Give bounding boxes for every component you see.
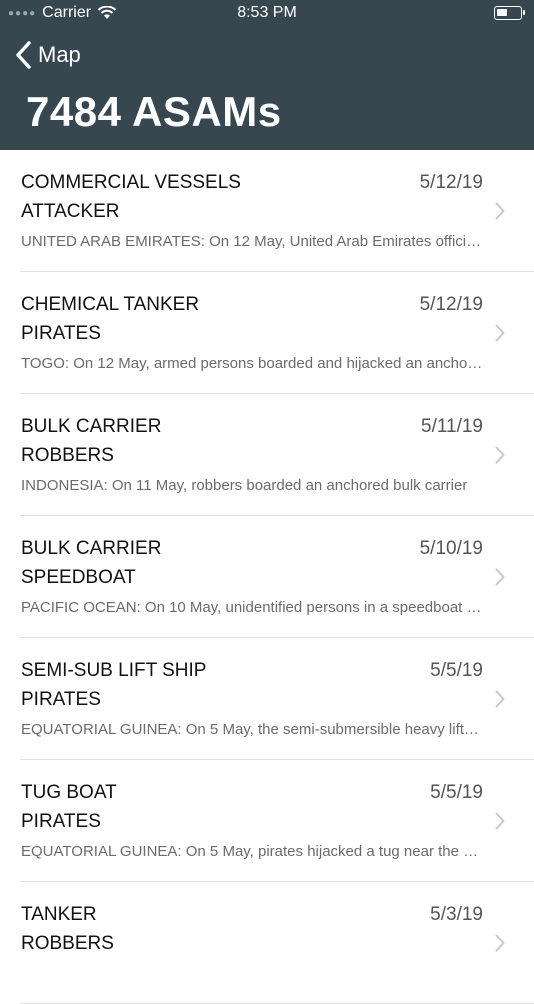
back-label: Map xyxy=(38,42,81,67)
list-item[interactable]: COMMERCIAL VESSELS 5/12/19 ATTACKER UNIT… xyxy=(0,150,534,272)
chevron-right-icon xyxy=(495,446,505,464)
chevron-right-icon xyxy=(495,568,505,586)
item-description: PACIFIC OCEAN: On 10 May, unidentified p… xyxy=(21,599,483,616)
page-title: 7484 ASAMs xyxy=(26,88,282,135)
chevron-right-icon xyxy=(495,812,505,830)
item-date: 5/12/19 xyxy=(419,172,483,193)
item-subtitle: PIRATES xyxy=(21,323,101,344)
chevron-right-icon xyxy=(495,934,505,952)
list-item[interactable]: BULK CARRIER 5/11/19 ROBBERS INDONESIA: … xyxy=(0,394,534,516)
item-date: 5/5/19 xyxy=(430,782,483,803)
item-subtitle: PIRATES xyxy=(21,811,101,832)
item-description: EQUATORIAL GUINEA: On 5 May, the semi-su… xyxy=(21,721,483,738)
status-time: 8:53 PM xyxy=(237,4,297,21)
battery-icon xyxy=(494,6,525,20)
item-subtitle: ROBBERS xyxy=(21,933,114,954)
list-item[interactable]: BULK CARRIER 5/10/19 SPEEDBOAT PACIFIC O… xyxy=(0,516,534,638)
item-description: INDONESIA: On 11 May, robbers boarded an… xyxy=(21,477,468,494)
item-description: TOGO: On 12 May, armed persons boarded a… xyxy=(21,355,483,372)
back-button[interactable]: Map xyxy=(14,38,81,72)
item-title: TUG BOAT xyxy=(21,782,117,803)
item-title: BULK CARRIER xyxy=(21,416,162,437)
item-date: 5/11/19 xyxy=(421,416,483,437)
item-date: 5/3/19 xyxy=(430,904,483,925)
item-subtitle: SPEEDBOAT xyxy=(21,567,136,588)
list-item[interactable]: CHEMICAL TANKER 5/12/19 PIRATES TOGO: On… xyxy=(0,272,534,394)
item-title: COMMERCIAL VESSELS xyxy=(21,172,241,193)
chevron-right-icon xyxy=(495,202,505,220)
item-title: TANKER xyxy=(21,904,97,925)
asam-list: COMMERCIAL VESSELS 5/12/19 ATTACKER UNIT… xyxy=(0,150,534,1004)
chevron-right-icon xyxy=(495,690,505,708)
item-date: 5/5/19 xyxy=(430,660,483,681)
item-title: BULK CARRIER xyxy=(21,538,162,559)
item-title: SEMI-SUB LIFT SHIP xyxy=(21,660,207,681)
list-item[interactable]: TUG BOAT 5/5/19 PIRATES EQUATORIAL GUINE… xyxy=(0,760,534,882)
item-subtitle: PIRATES xyxy=(21,689,101,710)
navigation-header: ●●●● Carrier 8:53 PM Map 7484 ASAMs xyxy=(0,0,534,150)
item-date: 5/12/19 xyxy=(419,294,483,315)
chevron-right-icon xyxy=(495,324,505,342)
list-item[interactable]: TANKER 5/3/19 ROBBERS xyxy=(0,882,534,1004)
item-date: 5/10/19 xyxy=(419,538,483,559)
item-description: UNITED ARAB EMIRATES: On 12 May, United … xyxy=(21,233,483,250)
status-bar: ●●●● Carrier 8:53 PM xyxy=(0,0,534,26)
chevron-left-icon xyxy=(16,41,31,69)
list-item[interactable]: SEMI-SUB LIFT SHIP 5/5/19 PIRATES EQUATO… xyxy=(0,638,534,760)
item-subtitle: ROBBERS xyxy=(21,445,114,466)
item-title: CHEMICAL TANKER xyxy=(21,294,200,315)
item-description: EQUATORIAL GUINEA: On 5 May, pirates hij… xyxy=(21,843,483,860)
item-subtitle: ATTACKER xyxy=(21,201,120,222)
